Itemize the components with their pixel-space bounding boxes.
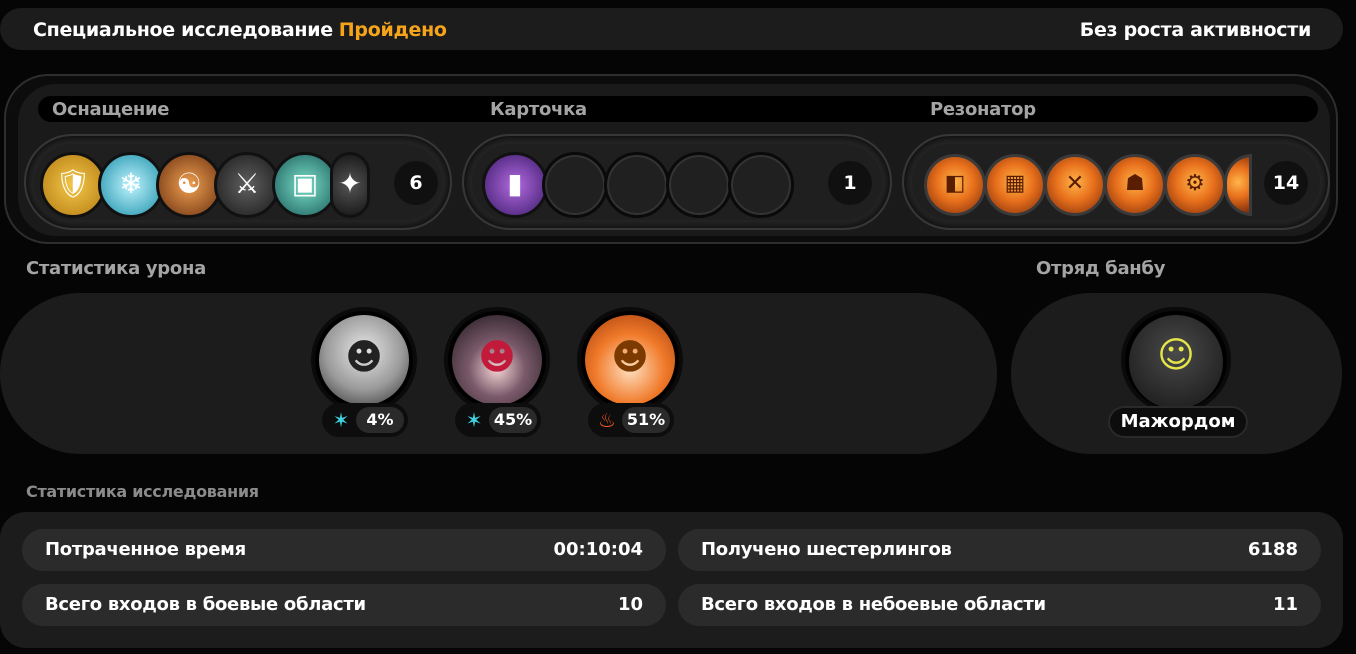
loadout-frame: Оснащение Карточка Резонатор 🛡 ❄ ☯ ⚔ ▣ ✦… bbox=[4, 74, 1338, 244]
empty-card-slot-4 bbox=[728, 152, 794, 218]
loadout-label-bar: Оснащение Карточка Резонатор bbox=[38, 96, 1318, 122]
damage-stats-panel: ☻ ✶ 4% ☻ ✶ 45% ☻ ♨ 51% bbox=[0, 293, 997, 454]
damage-stats-label: Статистика урона bbox=[26, 258, 206, 279]
blade-icon[interactable]: ✦ bbox=[330, 152, 370, 218]
battery-pack-icon[interactable]: ▣ bbox=[272, 152, 338, 218]
stat-value: 00:10:04 bbox=[553, 539, 643, 560]
ice-star-icon: ✶ bbox=[465, 408, 483, 432]
fire-disk-icon[interactable]: ◧ bbox=[924, 154, 986, 216]
card-slots: ▮ 1 bbox=[472, 144, 882, 220]
bangboo-portrait[interactable]: ☺ bbox=[1121, 307, 1231, 413]
fire-cross-icon[interactable]: ✕ bbox=[1044, 154, 1106, 216]
bangboo-name: Мажордом bbox=[1108, 406, 1248, 438]
gold-shield-icon[interactable]: 🛡 bbox=[40, 152, 106, 218]
avatar-icon: ☻ bbox=[611, 337, 649, 378]
dark-horn-icon[interactable]: ⚔ bbox=[214, 152, 280, 218]
loadout-panel: Оснащение Карточка Резонатор 🛡 ❄ ☯ ⚔ ▣ ✦… bbox=[18, 84, 1330, 236]
agent-damage-badge: ✶ 4% bbox=[322, 403, 408, 437]
damage-percent: 4% bbox=[356, 407, 404, 433]
empty-card-slot-1 bbox=[542, 152, 608, 218]
stat-value: 6188 bbox=[1247, 539, 1298, 560]
avatar-icon: ☻ bbox=[478, 337, 516, 378]
fire-grid-icon[interactable]: ▦ bbox=[984, 154, 1046, 216]
header-bar: Специальное исследование Пройдено Без рос… bbox=[0, 8, 1343, 50]
stat-value: 10 bbox=[617, 594, 643, 615]
title-text: Специальное исследование bbox=[33, 19, 333, 41]
zone-gear-icon[interactable]: ⚙ bbox=[1164, 154, 1226, 216]
stat-key: Получено шестерлингов bbox=[701, 539, 952, 560]
stat-row-combat-entries: Всего входов в боевые области 10 bbox=[22, 584, 666, 626]
zone-partial-icon[interactable] bbox=[1224, 154, 1252, 216]
agent-damage-badge: ✶ 45% bbox=[455, 403, 541, 437]
agent-damage-badge: ♨ 51% bbox=[588, 403, 674, 437]
ice-star-icon: ✶ bbox=[332, 408, 350, 432]
equipment-slots: 🛡 ❄ ☯ ⚔ ▣ ✦ 6 bbox=[34, 144, 442, 220]
equipment-label: Оснащение bbox=[52, 99, 170, 120]
stat-key: Потраченное время bbox=[45, 539, 246, 560]
resonator-label: Резонатор bbox=[930, 99, 1036, 120]
stat-row-time-spent: Потраченное время 00:10:04 bbox=[22, 529, 666, 571]
status-text: Пройдено bbox=[338, 19, 447, 41]
stat-key: Всего входов в небоевые области bbox=[701, 594, 1046, 615]
yin-yang-icon[interactable]: ☯ bbox=[156, 152, 222, 218]
equipment-count: 6 bbox=[394, 161, 438, 205]
bangboo-label: Отряд банбу bbox=[1036, 258, 1166, 279]
card-label: Карточка bbox=[490, 99, 587, 120]
resonator-count: 14 bbox=[1264, 161, 1308, 205]
card-count: 1 bbox=[828, 161, 872, 205]
bangboo-icon: ☺ bbox=[1157, 335, 1195, 376]
equipment-panel[interactable]: 🛡 ❄ ☯ ⚔ ▣ ✦ 6 bbox=[24, 134, 452, 230]
agent-card-1[interactable]: ☻ ✶ 4% bbox=[310, 307, 420, 437]
stat-row-noncombat-entries: Всего входов в небоевые области 11 bbox=[678, 584, 1321, 626]
card-panel[interactable]: ▮ 1 bbox=[462, 134, 892, 230]
resonator-panel[interactable]: ◧ ▦ ✕ ☗ ⚙ 14 bbox=[902, 134, 1330, 230]
agent-portrait[interactable]: ☻ bbox=[311, 307, 417, 413]
agent-portrait[interactable]: ☻ bbox=[444, 307, 550, 413]
damage-percent: 45% bbox=[489, 407, 537, 433]
stat-row-gears-received: Получено шестерлингов 6188 bbox=[678, 529, 1321, 571]
exploration-stats-panel: Потраченное время 00:10:04 Получено шест… bbox=[0, 512, 1343, 648]
fire-icon: ♨ bbox=[598, 408, 616, 432]
ice-claw-icon[interactable]: ❄ bbox=[98, 152, 164, 218]
stat-key: Всего входов в боевые области bbox=[45, 594, 366, 615]
bangboo-panel: ☺ Мажордом bbox=[1011, 293, 1342, 454]
resonator-slots: ◧ ▦ ✕ ☗ ⚙ 14 bbox=[912, 144, 1320, 220]
agent-portrait[interactable]: ☻ bbox=[577, 307, 683, 413]
activity-status: Без роста активности bbox=[1079, 19, 1312, 41]
avatar-icon: ☻ bbox=[345, 337, 383, 378]
damage-percent: 51% bbox=[622, 407, 670, 433]
agent-card-2[interactable]: ☻ ✶ 45% bbox=[443, 307, 553, 437]
exploration-stats-label: Статистика исследования bbox=[26, 482, 259, 501]
page-title: Специальное исследование Пройдено bbox=[33, 19, 447, 41]
empty-card-slot-2 bbox=[604, 152, 670, 218]
purple-card-icon[interactable]: ▮ bbox=[482, 152, 548, 218]
stat-value: 11 bbox=[1272, 594, 1298, 615]
empty-card-slot-3 bbox=[666, 152, 732, 218]
agent-card-3[interactable]: ☻ ♨ 51% bbox=[576, 307, 686, 437]
zone-robot-icon[interactable]: ☗ bbox=[1104, 154, 1166, 216]
